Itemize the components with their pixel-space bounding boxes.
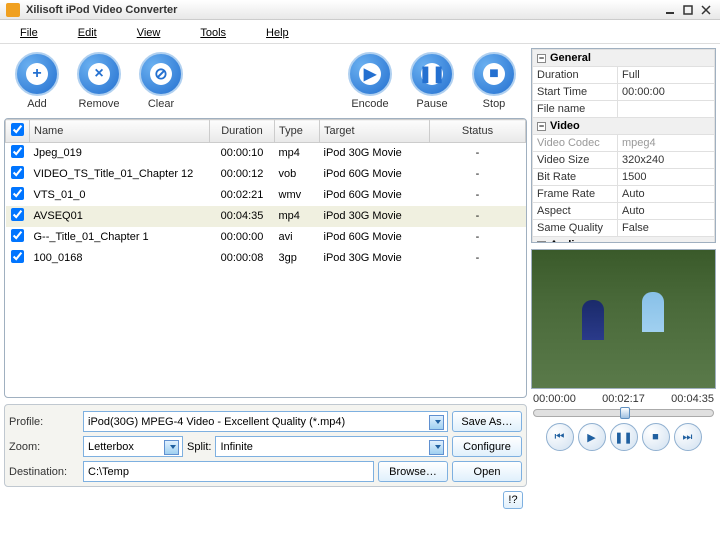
profile-combo[interactable]: iPod(30G) MPEG-4 Video - Excellent Quali… (83, 411, 448, 432)
player-stop-button[interactable]: ■ (642, 423, 670, 451)
save-as-button[interactable]: Save As… (452, 411, 522, 432)
file-grid[interactable]: Name Duration Type Target Status Jpeg_01… (4, 118, 527, 398)
encode-button[interactable]: ▶Encode (341, 52, 399, 110)
pause-button[interactable]: ❚❚Pause (403, 52, 461, 110)
split-combo[interactable]: Infinite (215, 436, 448, 457)
col-type[interactable]: Type (275, 120, 320, 143)
col-duration[interactable]: Duration (210, 120, 275, 143)
player-next-button[interactable]: ⏭ (674, 423, 702, 451)
table-row[interactable]: VTS_01_000:02:21wmviPod 60G Movie- (6, 185, 526, 206)
toggle-video[interactable]: − (537, 122, 546, 131)
col-name[interactable]: Name (30, 120, 210, 143)
row-check[interactable] (11, 208, 24, 221)
row-check[interactable] (11, 187, 24, 200)
player-play-button[interactable]: ▶ (578, 423, 606, 451)
clear-button[interactable]: ⊘Clear (132, 52, 190, 110)
profile-label: Profile: (9, 416, 79, 428)
row-check[interactable] (11, 145, 24, 158)
menu-edit[interactable]: Edit (78, 25, 97, 39)
menu-help[interactable]: Help (266, 25, 289, 39)
zoom-combo[interactable]: Letterbox (83, 436, 183, 457)
col-status[interactable]: Status (430, 120, 526, 143)
player-prev-button[interactable]: ⏮ (546, 423, 574, 451)
maximize-button[interactable] (680, 3, 696, 17)
menu-view[interactable]: View (137, 25, 161, 39)
time-display: 00:00:0000:02:1700:04:35 (531, 389, 716, 409)
table-row[interactable]: VIDEO_TS_Title_01_Chapter 1200:00:12vobi… (6, 164, 526, 185)
check-all[interactable] (11, 123, 24, 136)
zoom-label: Zoom: (9, 441, 79, 453)
help-button[interactable]: !? (503, 491, 523, 509)
toolbar: +Add ×Remove ⊘Clear ▶Encode ❚❚Pause ■Sto… (4, 48, 527, 118)
toggle-general[interactable]: − (537, 54, 546, 63)
player-pause-button[interactable]: ❚❚ (610, 423, 638, 451)
toggle-audio[interactable]: − (537, 241, 546, 243)
window-title: Xilisoft iPod Video Converter (26, 4, 660, 16)
stop-button[interactable]: ■Stop (465, 52, 523, 110)
table-row[interactable]: Jpeg_01900:00:10mp4iPod 30G Movie- (6, 143, 526, 164)
remove-button[interactable]: ×Remove (70, 52, 128, 110)
table-row[interactable]: 100_016800:00:083gpiPod 30G Movie- (6, 248, 526, 269)
menu-tools[interactable]: Tools (200, 25, 226, 39)
row-check[interactable] (11, 229, 24, 242)
browse-button[interactable]: Browse… (378, 461, 448, 482)
titlebar: Xilisoft iPod Video Converter (0, 0, 720, 20)
menubar: File Edit View Tools Help (0, 20, 720, 44)
close-button[interactable] (698, 3, 714, 17)
destination-input[interactable]: C:\Temp (83, 461, 374, 482)
seek-slider[interactable] (533, 409, 714, 417)
table-row[interactable]: G--_Title_01_Chapter 100:00:00aviiPod 60… (6, 227, 526, 248)
app-icon (6, 3, 20, 17)
split-label: Split: (187, 441, 211, 453)
row-check[interactable] (11, 166, 24, 179)
preview-pane (531, 249, 716, 389)
destination-label: Destination: (9, 466, 79, 478)
add-button[interactable]: +Add (8, 52, 66, 110)
col-target[interactable]: Target (320, 120, 430, 143)
minimize-button[interactable] (662, 3, 678, 17)
property-grid[interactable]: −General DurationFull Start Time00:00:00… (531, 48, 716, 243)
row-check[interactable] (11, 250, 24, 263)
menu-file[interactable]: File (20, 25, 38, 39)
open-button[interactable]: Open (452, 461, 522, 482)
configure-button[interactable]: Configure (452, 436, 522, 457)
table-row[interactable]: AVSEQ0100:04:35mp4iPod 30G Movie- (6, 206, 526, 227)
